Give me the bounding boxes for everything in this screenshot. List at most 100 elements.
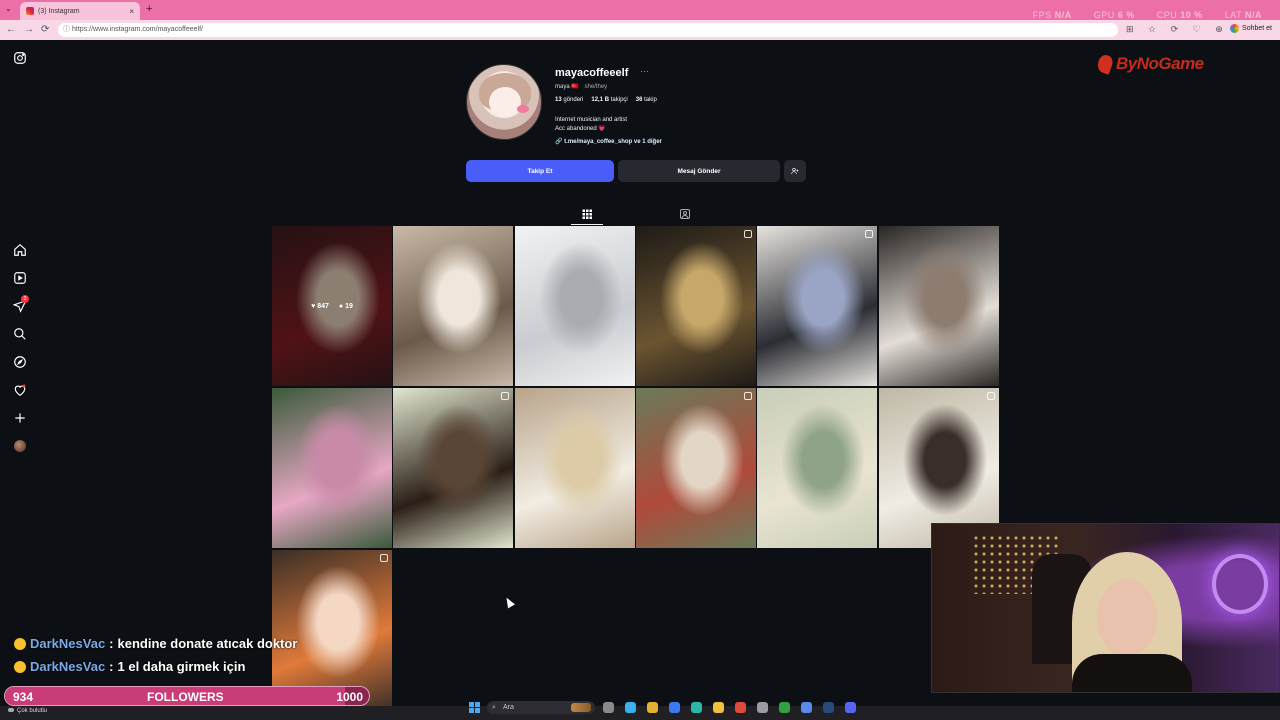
settings-icon[interactable]	[757, 702, 768, 713]
display-name: maya	[555, 84, 570, 90]
bio-line-1: Internet musician and artist	[555, 117, 628, 123]
chat-username: DarkNesVac	[30, 636, 106, 651]
carousel-icon	[743, 230, 752, 238]
forward-button[interactable]: →	[24, 24, 34, 35]
back-button[interactable]: ←	[6, 24, 16, 35]
toolbar-icons[interactable]: ⊞ ☆ ⟳ ♡ ⊕	[1126, 24, 1229, 35]
mouse-cursor	[503, 595, 515, 609]
profile-tabs	[272, 206, 1000, 224]
post-thumbnail[interactable]	[635, 226, 756, 386]
url-text: https://www.instagram.com/mayacoffeeelf/	[72, 26, 203, 33]
lat-stat: LAT N/A	[1224, 10, 1262, 20]
direct-icon[interactable]: 3	[13, 295, 29, 313]
post-thumbnail[interactable]	[514, 388, 635, 548]
chat-username: DarkNesVac	[30, 659, 106, 674]
edge-icon[interactable]	[691, 702, 702, 713]
search-icon: ⌕	[492, 704, 496, 711]
chat-button[interactable]: Sohbet et	[1230, 24, 1272, 33]
instagram-logo-icon[interactable]	[13, 51, 27, 65]
folder-icon[interactable]	[713, 702, 724, 713]
chat-message: DarkNesVac : kendine donate atıcak dokto…	[14, 636, 297, 651]
profile-link[interactable]: 🔗 t.me/maya_coffee_shop ve 1 diğer	[555, 138, 662, 145]
create-icon[interactable]	[13, 411, 27, 425]
follow-button[interactable]: Takip Et	[466, 160, 614, 182]
weather-widget[interactable]: Çok bulutlu	[8, 708, 47, 714]
flame-logo-icon	[1095, 53, 1115, 75]
site-info-icon[interactable]: ⓘ	[63, 23, 70, 37]
cloud-icon	[8, 708, 14, 712]
post-thumbnail[interactable]	[757, 226, 878, 386]
close-tab-icon[interactable]: ×	[129, 7, 134, 16]
home-icon[interactable]	[13, 243, 27, 257]
cpu-stat: CPU 10 %	[1156, 10, 1203, 20]
search-highlight-image	[571, 703, 591, 712]
carousel-icon	[501, 392, 510, 400]
post-thumbnail[interactable]	[635, 388, 756, 548]
followers-target: 1000	[336, 690, 363, 704]
new-tab-button[interactable]: +	[146, 3, 152, 15]
widgets-icon[interactable]	[603, 702, 614, 713]
store-icon[interactable]	[669, 702, 680, 713]
suggest-people-button[interactable]	[784, 160, 806, 182]
profile-picture[interactable]	[466, 64, 542, 140]
tab-tagged-icon[interactable]	[679, 208, 691, 220]
following-count[interactable]: 36 takip	[636, 97, 657, 103]
search-placeholder: Ara	[503, 704, 514, 711]
chrome-icon[interactable]	[735, 702, 746, 713]
taskbar-search[interactable]: ⌕ Ara	[487, 701, 595, 714]
comment-count: ● 19	[338, 302, 353, 310]
post-thumbnail[interactable]	[272, 388, 392, 548]
post-thumbnail[interactable]: ♥ 847 ● 19	[272, 226, 392, 386]
flag-emoji: 🇹🇷	[571, 84, 579, 90]
more-options-icon[interactable]: ···	[640, 66, 649, 76]
tab-list-dropdown-icon[interactable]: ⌄	[5, 4, 12, 13]
url-field[interactable]: ⓘ https://www.instagram.com/mayacoffeeel…	[58, 23, 1118, 37]
chat-button-label: Sohbet et	[1242, 25, 1272, 32]
post-thumbnail[interactable]	[393, 388, 514, 548]
posts-count: 13 gönderi	[555, 97, 584, 103]
followers-goal-bar: 934 FOLLOWERS 1000	[4, 686, 370, 706]
search-icon[interactable]	[13, 327, 27, 341]
explore-icon[interactable]	[13, 355, 27, 369]
notifications-icon[interactable]	[13, 383, 27, 397]
carousel-icon	[986, 392, 995, 400]
browser-tab-instagram[interactable]: (3) Instagram ×	[20, 2, 140, 20]
avatar	[14, 440, 26, 452]
tab-posts-grid-icon[interactable]	[581, 208, 593, 220]
profile-link-text: t.me/maya_coffee_shop ve 1 diğer	[564, 139, 662, 145]
add-person-icon	[791, 168, 799, 175]
gemini-icon	[1230, 24, 1240, 33]
chat-text: 1 el daha girmek için	[117, 659, 246, 674]
fps-stat: FPS N/A	[1032, 10, 1072, 20]
instagram-favicon-icon	[26, 7, 34, 15]
webcam-feed	[931, 523, 1280, 693]
copilot-icon[interactable]	[625, 702, 636, 713]
carousel-icon	[743, 392, 752, 400]
chat-message: DarkNesVac : 1 el daha girmek için	[14, 659, 245, 674]
file-explorer-icon[interactable]	[647, 702, 658, 713]
pronouns: she/they	[584, 84, 608, 90]
vpn-icon[interactable]	[801, 702, 812, 713]
browser-tab-bar: ⌄ (3) Instagram × + FPS N/A GPU 6 % CPU …	[0, 0, 1280, 20]
post-thumbnail[interactable]	[514, 226, 635, 386]
post-thumbnail[interactable]	[878, 226, 999, 386]
xbox-icon[interactable]	[779, 702, 790, 713]
direct-badge: 3	[21, 295, 29, 303]
chat-text: kendine donate atıcak doktor	[117, 636, 298, 651]
post-thumbnail[interactable]	[393, 226, 514, 386]
reels-icon[interactable]	[13, 271, 27, 285]
reload-button[interactable]: ⟳	[41, 24, 49, 35]
followers-count[interactable]: 12,1 B takipçi	[591, 97, 627, 103]
post-thumbnail[interactable]	[757, 388, 878, 548]
performance-overlay: FPS N/A GPU 6 % CPU 10 % LAT N/A	[1033, 10, 1262, 20]
steam-icon[interactable]	[823, 702, 834, 713]
profile-counts: 13 gönderi 12,1 B takipçi 36 takip	[555, 97, 657, 103]
profile-username: mayacoffeeelf	[555, 67, 629, 79]
discord-icon[interactable]	[845, 702, 856, 713]
windows-taskbar: Çok bulutlu	[0, 706, 1280, 720]
link-icon: 🔗	[555, 139, 563, 145]
post-hover-stats: ♥ 847 ● 19	[272, 226, 392, 386]
profile-avatar[interactable]	[13, 439, 27, 453]
send-message-button[interactable]: Mesaj Gönder	[618, 160, 780, 182]
start-button[interactable]	[469, 702, 480, 713]
